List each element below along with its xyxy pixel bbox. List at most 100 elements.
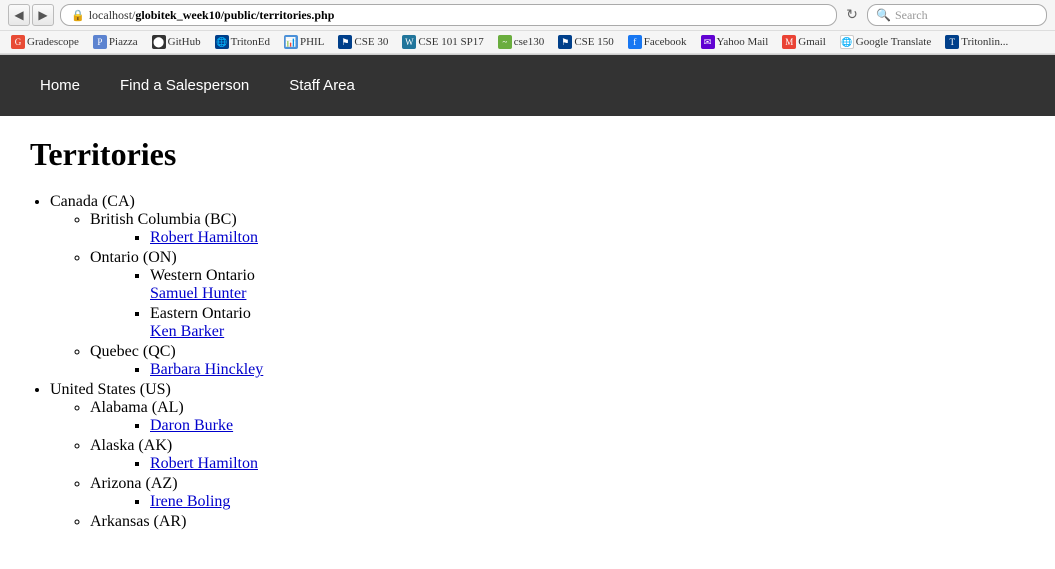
bookmark-piazza[interactable]: P Piazza <box>90 34 141 50</box>
territories-list: Canada (CA) British Columbia (BC) Robert… <box>30 193 1025 531</box>
bookmark-phil[interactable]: 📊 PHIL <box>281 34 327 50</box>
list-item: Alaska (AK) Robert Hamilton <box>90 437 1025 473</box>
nav-item-staff-area[interactable]: Staff Area <box>269 55 375 116</box>
territory-name: Western Ontario <box>150 267 255 284</box>
tritoned-icon: 🌐 <box>215 35 229 49</box>
country-name: United States (US) <box>50 381 171 398</box>
bookmark-label: Google Translate <box>856 36 931 48</box>
github-icon: ⬤ <box>152 35 166 49</box>
bookmark-gmail[interactable]: M Gmail <box>779 34 829 50</box>
reload-button[interactable]: ↻ <box>843 6 861 24</box>
list-item: United States (US) Alabama (AL) Daron Bu… <box>50 381 1025 531</box>
cse150-icon: ⚑ <box>558 35 572 49</box>
piazza-icon: P <box>93 35 107 49</box>
salesperson-link[interactable]: Irene Boling <box>150 493 230 510</box>
nav-item-home[interactable]: Home <box>20 55 100 116</box>
main-content: Territories Canada (CA) British Columbia… <box>0 116 1055 553</box>
salesperson-link[interactable]: Samuel Hunter <box>150 285 246 302</box>
country-name: Canada (CA) <box>50 193 135 210</box>
territories-sub-list: Barbara Hinckley <box>90 361 1025 379</box>
bookmark-label: TritonEd <box>231 36 270 48</box>
territories-sub-list: Western Ontario Samuel Hunter Eastern On… <box>90 267 1025 341</box>
search-icon: 🔍 <box>876 8 891 23</box>
bookmark-google-translate[interactable]: 🌐 Google Translate <box>837 34 934 50</box>
bookmark-label: CSE 30 <box>354 36 388 48</box>
territories-sub-list: Robert Hamilton <box>90 455 1025 473</box>
tritonlink-icon: T <box>945 35 959 49</box>
list-item: Barbara Hinckley <box>150 361 1025 379</box>
bookmark-yahoo[interactable]: ✉ Yahoo Mail <box>698 34 772 50</box>
bookmark-label: CSE 150 <box>574 36 613 48</box>
nav-item-find-salesperson[interactable]: Find a Salesperson <box>100 55 269 116</box>
bookmark-wp[interactable]: W CSE 101 SP17 <box>399 34 486 50</box>
bookmark-gradescope[interactable]: G Gradescope <box>8 34 82 50</box>
regions-list: Alabama (AL) Daron Burke Alaska (AK) Rob… <box>50 399 1025 531</box>
cse130-icon: ~ <box>498 35 512 49</box>
bookmark-github[interactable]: ⬤ GitHub <box>149 34 204 50</box>
list-item: Ontario (ON) Western Ontario Samuel Hunt… <box>90 249 1025 341</box>
region-name: Arkansas (AR) <box>90 513 186 530</box>
salesperson-link[interactable]: Robert Hamilton <box>150 229 258 246</box>
address-bar[interactable]: 🔒 localhost/globitek_week10/public/terri… <box>60 4 837 26</box>
territories-sub-list: Irene Boling <box>90 493 1025 511</box>
list-item: Irene Boling <box>150 493 1025 511</box>
bookmark-cse30[interactable]: ⚑ CSE 30 <box>335 34 391 50</box>
bookmarks-bar: G Gradescope P Piazza ⬤ GitHub 🌐 TritonE… <box>0 31 1055 54</box>
bookmark-label: Tritonlin... <box>961 36 1008 48</box>
bookmark-label: Yahoo Mail <box>717 36 769 48</box>
region-name: British Columbia (BC) <box>90 211 237 228</box>
bookmark-tritoned[interactable]: 🌐 TritonEd <box>212 34 273 50</box>
browser-chrome: ◀ ▶ 🔒 localhost/globitek_week10/public/t… <box>0 0 1055 55</box>
region-name: Alabama (AL) <box>90 399 184 416</box>
bookmark-tritonlink[interactable]: T Tritonlin... <box>942 34 1011 50</box>
bookmark-label: CSE 101 SP17 <box>418 36 483 48</box>
list-item: Robert Hamilton <box>150 229 1025 247</box>
bookmark-label: Gradescope <box>27 36 79 48</box>
yahoo-icon: ✉ <box>701 35 715 49</box>
gradescope-icon: G <box>11 35 25 49</box>
salesperson-link[interactable]: Barbara Hinckley <box>150 361 263 378</box>
list-item: Arizona (AZ) Irene Boling <box>90 475 1025 511</box>
list-item: Arkansas (AR) <box>90 513 1025 531</box>
territories-sub-list: Robert Hamilton <box>90 229 1025 247</box>
bookmark-cse150[interactable]: ⚑ CSE 150 <box>555 34 616 50</box>
address-text: localhost/globitek_week10/public/territo… <box>89 8 335 23</box>
bookmark-cse130[interactable]: ~ cse130 <box>495 34 548 50</box>
gmail-icon: M <box>782 35 796 49</box>
salesperson-link[interactable]: Daron Burke <box>150 417 233 434</box>
nav-link-home[interactable]: Home <box>20 55 100 116</box>
list-item: Eastern Ontario Ken Barker <box>150 305 1025 341</box>
bookmark-label: GitHub <box>168 36 201 48</box>
region-name: Arizona (AZ) <box>90 475 178 492</box>
page-title: Territories <box>30 136 1025 173</box>
nav-link-find-salesperson[interactable]: Find a Salesperson <box>100 55 269 116</box>
region-name: Quebec (QC) <box>90 343 176 360</box>
list-item: Daron Burke <box>150 417 1025 435</box>
bookmark-facebook[interactable]: f Facebook <box>625 34 690 50</box>
bookmark-label: Piazza <box>109 36 138 48</box>
browser-nav-buttons: ◀ ▶ <box>8 4 54 26</box>
nav-link-staff-area[interactable]: Staff Area <box>269 55 375 116</box>
search-placeholder: Search <box>895 8 928 23</box>
back-button[interactable]: ◀ <box>8 4 30 26</box>
region-name: Alaska (AK) <box>90 437 172 454</box>
search-bar[interactable]: 🔍 Search <box>867 4 1047 26</box>
nav-bar: Home Find a Salesperson Staff Area <box>0 55 1055 116</box>
territory-name: Eastern Ontario <box>150 305 251 322</box>
salesperson-link[interactable]: Robert Hamilton <box>150 455 258 472</box>
google-translate-icon: 🌐 <box>840 35 854 49</box>
list-item: British Columbia (BC) Robert Hamilton <box>90 211 1025 247</box>
forward-button[interactable]: ▶ <box>32 4 54 26</box>
phil-icon: 📊 <box>284 35 298 49</box>
regions-list: British Columbia (BC) Robert Hamilton On… <box>50 211 1025 379</box>
bookmark-label: Gmail <box>798 36 826 48</box>
salesperson-link[interactable]: Ken Barker <box>150 323 224 340</box>
cse30-icon: ⚑ <box>338 35 352 49</box>
bookmark-label: Facebook <box>644 36 687 48</box>
region-name: Ontario (ON) <box>90 249 177 266</box>
bookmark-label: PHIL <box>300 36 324 48</box>
address-bar-row: ◀ ▶ 🔒 localhost/globitek_week10/public/t… <box>0 0 1055 31</box>
list-item: Quebec (QC) Barbara Hinckley <box>90 343 1025 379</box>
list-item: Alabama (AL) Daron Burke <box>90 399 1025 435</box>
territories-sub-list: Daron Burke <box>90 417 1025 435</box>
